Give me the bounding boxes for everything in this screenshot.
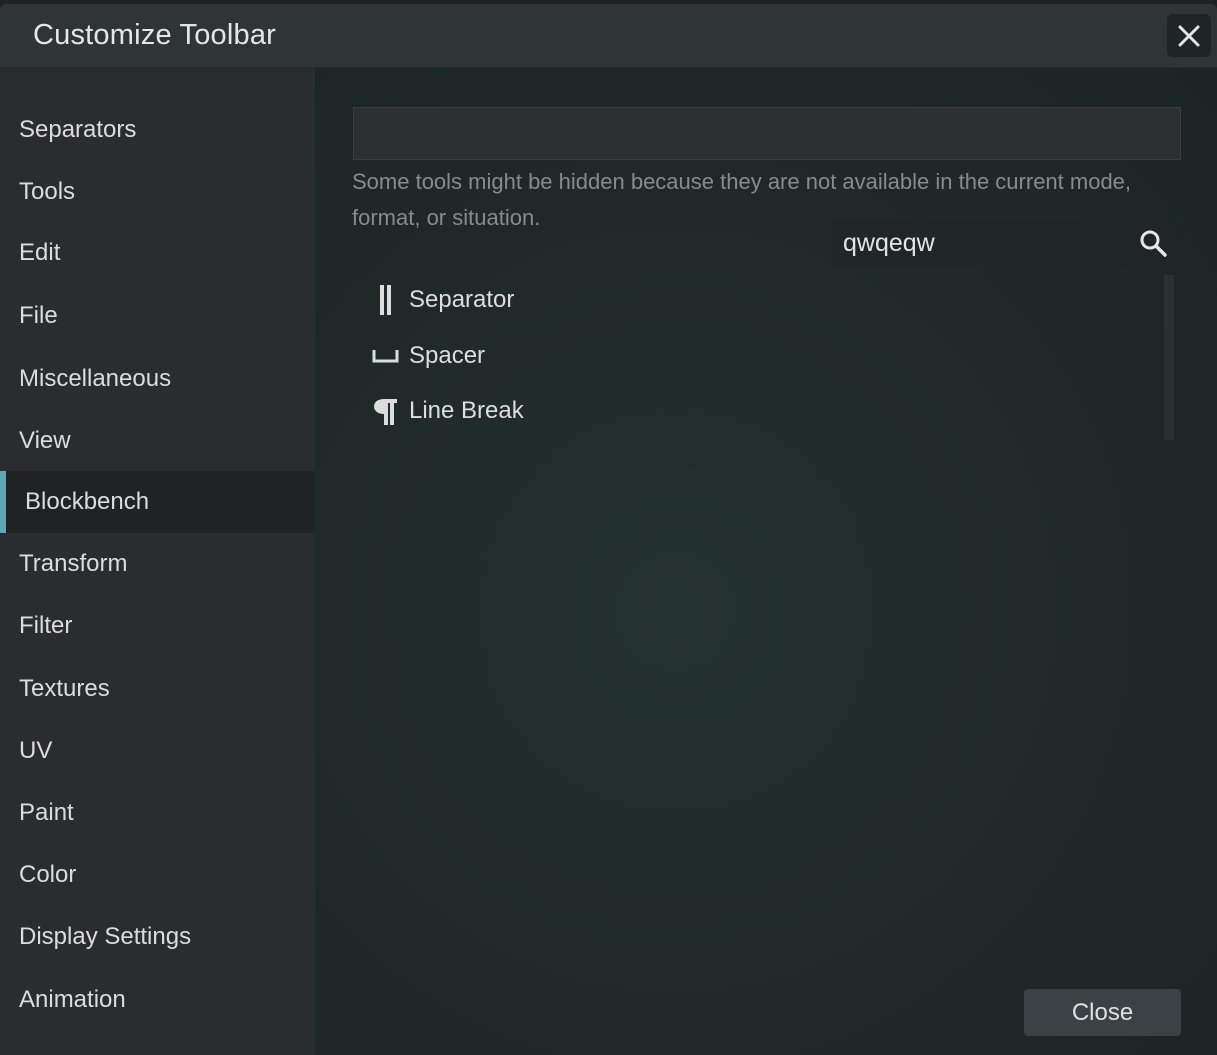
sidebar-item-label: Animation xyxy=(19,986,126,1013)
current-toolbar-preview[interactable] xyxy=(353,107,1181,160)
close-icon xyxy=(1178,25,1200,46)
sidebar-item-label: Display Settings xyxy=(19,923,192,950)
customize-toolbar-dialog: Customize Toolbar Separators Tools Edit … xyxy=(0,4,1217,1055)
sidebar-item-display-settings[interactable]: Display Settings xyxy=(0,906,315,968)
sidebar-item-edit[interactable]: Edit xyxy=(0,222,315,284)
sidebar-item-label: Textures xyxy=(19,675,110,702)
sidebar-item-miscellaneous[interactable]: Miscellaneous xyxy=(0,348,315,410)
tool-item-line-break[interactable]: Line Break xyxy=(371,391,524,431)
sidebar-item-transform[interactable]: Transform xyxy=(0,533,315,595)
close-dialog-button[interactable] xyxy=(1167,14,1211,57)
sidebar-item-separators[interactable]: Separators xyxy=(0,99,315,161)
sidebar-item-label: Edit xyxy=(19,239,61,266)
sidebar-item-label: File xyxy=(19,302,58,329)
tool-item-label: Line Break xyxy=(409,397,524,424)
sidebar-item-label: Filter xyxy=(19,612,73,639)
sidebar-item-label: UV xyxy=(19,737,53,764)
search-icon[interactable] xyxy=(1138,228,1168,258)
sidebar-item-tools[interactable]: Tools xyxy=(0,161,315,223)
dialog-title: Customize Toolbar xyxy=(33,19,277,51)
spacer-icon xyxy=(371,340,409,372)
category-sidebar: Separators Tools Edit File Miscellaneous… xyxy=(0,68,315,1055)
sidebar-item-textures[interactable]: Textures xyxy=(0,658,315,720)
sidebar-item-label: Blockbench xyxy=(25,488,150,515)
sidebar-item-label: Separators xyxy=(19,116,137,143)
sidebar-item-view[interactable]: View xyxy=(0,410,315,472)
close-button[interactable]: Close xyxy=(1024,989,1181,1036)
sidebar-item-color[interactable]: Color xyxy=(0,844,315,906)
sidebar-item-label: Color xyxy=(19,861,77,888)
sidebar-item-label: Paint xyxy=(19,799,74,826)
dialog-titlebar: Customize Toolbar xyxy=(0,4,1217,68)
main-panel: Some tools might be hidden because they … xyxy=(315,68,1217,1055)
tool-item-label: Separator xyxy=(409,286,515,313)
sidebar-item-uv[interactable]: UV xyxy=(0,720,315,782)
sidebar-item-animation[interactable]: Animation xyxy=(0,969,315,1031)
separator-icon xyxy=(371,284,409,316)
list-scrollbar[interactable] xyxy=(1164,275,1174,440)
sidebar-item-blockbench[interactable]: Blockbench xyxy=(0,471,315,533)
sidebar-item-label: Transform xyxy=(19,550,128,577)
tool-item-spacer[interactable]: Spacer xyxy=(371,336,485,376)
pilcrow-icon xyxy=(371,395,409,427)
search-input[interactable] xyxy=(843,225,1123,261)
sidebar-item-paint[interactable]: Paint xyxy=(0,782,315,844)
sidebar-item-label: View xyxy=(19,427,71,454)
tool-item-separator[interactable]: Separator xyxy=(371,280,514,320)
sidebar-item-label: Miscellaneous xyxy=(19,365,172,392)
tool-item-label: Spacer xyxy=(409,342,486,369)
sidebar-item-filter[interactable]: Filter xyxy=(0,595,315,657)
sidebar-item-label: Tools xyxy=(19,178,76,205)
search-box xyxy=(832,219,1178,267)
sidebar-item-file[interactable]: File xyxy=(0,285,315,347)
